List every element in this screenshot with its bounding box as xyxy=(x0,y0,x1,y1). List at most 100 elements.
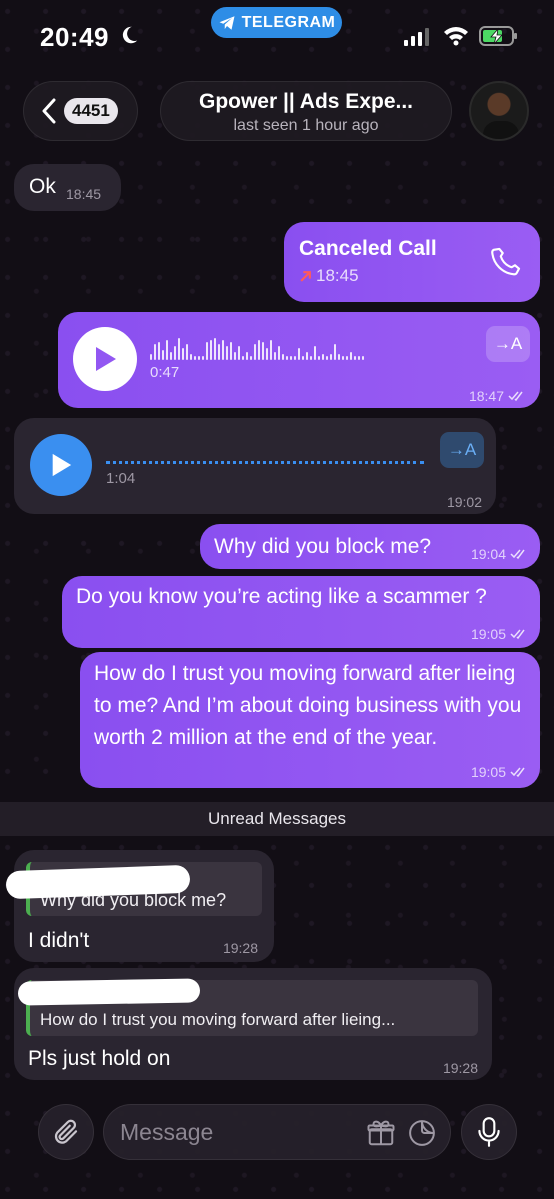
waveform-bar xyxy=(254,344,256,360)
waveform-bar xyxy=(258,340,260,360)
waveform-bar xyxy=(174,346,176,360)
phone-icon[interactable] xyxy=(490,244,524,278)
attach-button[interactable] xyxy=(38,1104,94,1160)
waveform-bar xyxy=(274,352,276,360)
message-bubble-incoming[interactable]: Ok 18:45 xyxy=(14,164,121,211)
waveform-bar xyxy=(250,356,252,360)
waveform-bar xyxy=(350,352,352,360)
waveform-bar xyxy=(162,350,164,360)
waveform-bar xyxy=(202,356,204,360)
moon-icon xyxy=(122,26,138,44)
battery-charging-icon xyxy=(479,26,517,46)
telegram-pill[interactable]: TELEGRAM xyxy=(211,7,342,38)
waveform-bar xyxy=(230,342,232,360)
call-bubble-outgoing[interactable]: Canceled Call 18:45 xyxy=(284,222,540,302)
call-status-text: Canceled Call xyxy=(299,237,437,260)
waveform-bar xyxy=(214,338,216,360)
voice-duration: 1:04 xyxy=(106,470,136,487)
waveform-bar xyxy=(166,340,168,360)
waveform-bar xyxy=(158,342,160,360)
message-time: 19:28 xyxy=(222,940,258,956)
call-time: 18:45 xyxy=(299,266,359,286)
paperclip-icon xyxy=(54,1119,78,1144)
waveform-bar xyxy=(330,354,332,360)
message-input[interactable] xyxy=(103,1104,451,1160)
read-receipt-icon xyxy=(508,391,523,402)
unread-count-badge: 4451 xyxy=(64,98,118,124)
waveform-bar xyxy=(198,356,200,360)
message-time: 19:04 xyxy=(471,546,528,562)
waveform-bar xyxy=(190,354,192,360)
waveform-bar xyxy=(262,342,264,360)
voice-message-outgoing[interactable]: 0:47 →A 18:47 xyxy=(58,312,540,408)
message-text: Ok xyxy=(29,175,56,198)
sticker-icon[interactable] xyxy=(407,1118,437,1148)
waveform-bar xyxy=(294,356,296,360)
waveform-bar xyxy=(322,354,324,360)
waveform-bar xyxy=(282,354,284,360)
message-text: Pls just hold on xyxy=(28,1047,171,1070)
waveform-bar xyxy=(238,346,240,360)
message-bubble-outgoing[interactable]: Do you know you’re acting like a scammer… xyxy=(62,576,540,648)
waveform-bar xyxy=(194,356,196,360)
waveform-bar xyxy=(154,344,156,360)
gift-icon[interactable] xyxy=(366,1118,396,1148)
waveform-bar xyxy=(354,356,356,360)
waveform-bar xyxy=(266,348,268,360)
voice-waveform-dotted[interactable] xyxy=(106,461,424,464)
waveform-bar xyxy=(246,352,248,360)
waveform-bar xyxy=(218,344,220,360)
message-bubble-outgoing[interactable]: Why did you block me? 19:04 xyxy=(200,524,540,569)
clock: 20:49 xyxy=(40,22,109,52)
cellular-signal-icon xyxy=(404,28,429,46)
last-seen-status: last seen 1 hour ago xyxy=(233,117,379,134)
telegram-plane-icon xyxy=(219,15,235,30)
telegram-pill-label: TELEGRAM xyxy=(241,13,336,31)
read-receipt-icon xyxy=(510,767,525,778)
waveform-bar xyxy=(346,356,348,360)
read-receipt-icon xyxy=(510,549,525,560)
waveform-bar xyxy=(362,356,364,360)
unread-messages-divider: Unread Messages xyxy=(0,802,554,836)
message-time: 19:05 xyxy=(471,764,528,780)
waveform-bar xyxy=(270,340,272,360)
message-bubble-outgoing[interactable]: How do I trust you moving forward after … xyxy=(80,652,540,788)
message-time: 19:02 xyxy=(446,494,482,510)
waveform-bar xyxy=(210,340,212,360)
voice-message-incoming[interactable]: 1:04 →A 19:02 xyxy=(14,418,496,514)
voice-record-button[interactable] xyxy=(461,1104,517,1160)
transcribe-button[interactable]: →A xyxy=(440,432,484,468)
waveform-bar xyxy=(226,346,228,360)
play-icon xyxy=(52,453,72,477)
chevron-left-icon xyxy=(42,98,56,124)
contact-avatar[interactable] xyxy=(469,81,529,141)
microphone-icon xyxy=(478,1117,500,1147)
redaction-mark xyxy=(17,978,201,1006)
status-bar: 20:49 TELEGRAM xyxy=(0,0,554,70)
message-text: Why did you block me? xyxy=(214,535,432,558)
message-time: 19:05 xyxy=(471,626,528,642)
play-button[interactable] xyxy=(30,434,92,496)
waveform-bar xyxy=(170,352,172,360)
back-button[interactable]: 4451 xyxy=(23,81,138,141)
waveform-bar xyxy=(334,344,336,360)
chat-title: Gpower || Ads Expe... xyxy=(198,90,414,113)
waveform-bar xyxy=(234,352,236,360)
waveform-bar xyxy=(342,356,344,360)
play-icon xyxy=(96,347,116,371)
wifi-icon xyxy=(444,27,468,46)
transcribe-button[interactable]: →A xyxy=(486,326,530,362)
waveform-bar xyxy=(314,346,316,360)
voice-waveform[interactable] xyxy=(150,338,364,360)
waveform-bar xyxy=(278,346,280,360)
message-time: 18:45 xyxy=(66,186,102,202)
waveform-bar xyxy=(290,356,292,360)
message-text: I didn't xyxy=(28,929,90,952)
chat-header[interactable]: Gpower || Ads Expe... last seen 1 hour a… xyxy=(160,81,452,141)
waveform-bar xyxy=(318,356,320,360)
play-button[interactable] xyxy=(73,327,137,391)
waveform-bar xyxy=(182,348,184,360)
waveform-bar xyxy=(186,344,188,360)
message-time: 19:28 xyxy=(442,1060,478,1076)
waveform-bar xyxy=(150,354,152,360)
